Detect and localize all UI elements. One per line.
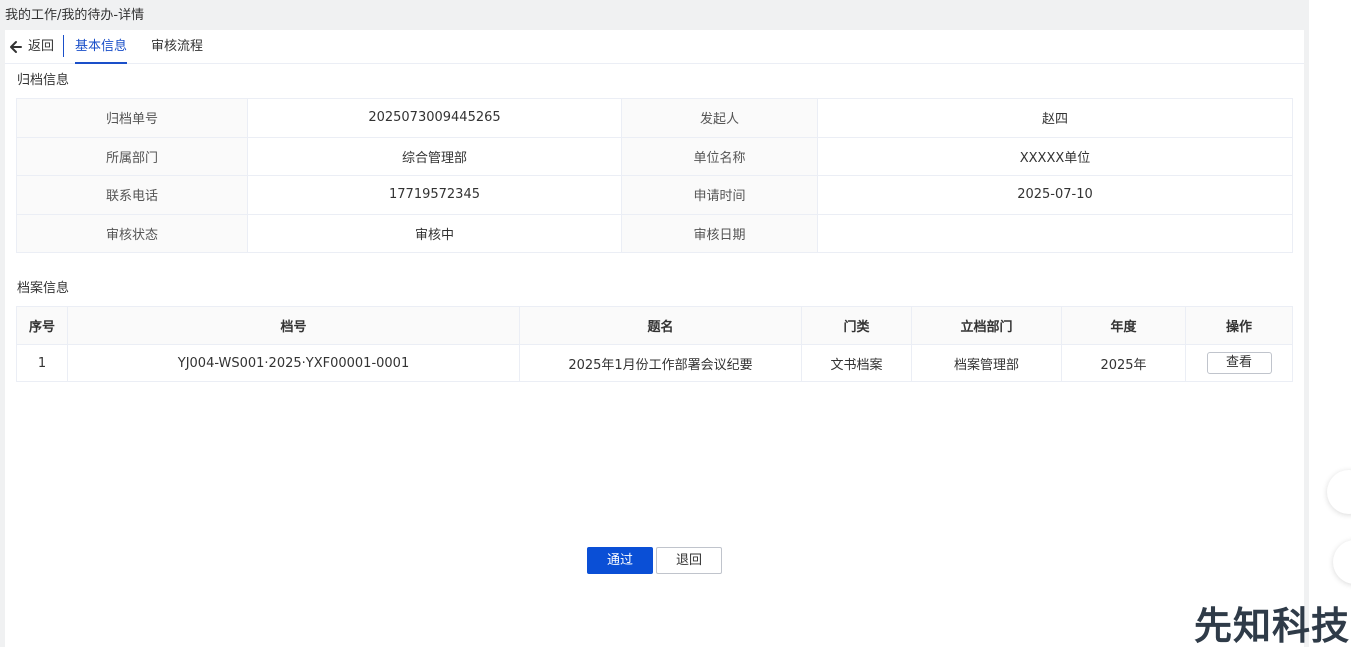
watermark-logo: 先知科技	[1194, 604, 1351, 647]
file-info-table: 序号 档号 题名 门类 立档部门 年度 操作 1 YJ004-WS001·2025·YXF00…	[16, 306, 1293, 382]
info-value: 17719572345	[247, 175, 622, 215]
float-tool-button[interactable]	[1333, 540, 1351, 584]
info-label: 审核状态	[16, 213, 248, 253]
column-header: 门类	[801, 306, 912, 345]
breadcrumb: 我的工作/我的待办-详情	[5, 8, 145, 23]
info-value: 综合管理部	[247, 136, 622, 176]
column-header: 题名	[519, 306, 802, 345]
tab-audit-flow[interactable]: 审核流程	[151, 37, 203, 57]
table-row: 1 YJ004-WS001·2025·YXF00001-0001 2025年1月份工…	[16, 344, 1293, 382]
column-header: 立档部门	[911, 306, 1062, 345]
info-label: 申请时间	[621, 175, 818, 215]
cell-action: 查看	[1185, 344, 1293, 382]
info-label: 发起人	[621, 98, 818, 138]
info-value: 2025-07-10	[817, 175, 1293, 215]
cell-category: 文书档案	[801, 344, 912, 382]
info-row: 所属部门 综合管理部 单位名称 XXXXX单位	[16, 136, 1293, 176]
cell-file-no: YJ004-WS001·2025·YXF00001-0001	[67, 344, 520, 382]
archive-info-table: 归档单号 2025073009445265 发起人 赵四 所属部门 综合管理部 单位名称 XX…	[16, 98, 1293, 253]
info-value: 审核中	[247, 213, 622, 253]
info-label: 审核日期	[621, 213, 818, 253]
column-header: 档号	[67, 306, 520, 345]
archive-info-title: 归档信息	[17, 73, 70, 88]
cell-year: 2025年	[1061, 344, 1186, 382]
back-label: 返回	[28, 39, 55, 54]
info-value	[817, 213, 1293, 253]
column-header: 年度	[1061, 306, 1186, 345]
view-button[interactable]: 查看	[1206, 352, 1272, 374]
detail-card: 返回 基本信息 审核流程 归档信息 归档单号 2025073009445265 发起…	[5, 30, 1304, 647]
file-info-title: 档案信息	[17, 281, 70, 296]
tab-bar: 返回 基本信息 审核流程	[5, 30, 1304, 64]
info-label: 联系电话	[16, 175, 248, 215]
info-row: 联系电话 17719572345 申请时间 2025-07-10	[16, 175, 1293, 215]
info-label: 所属部门	[16, 136, 248, 176]
return-button[interactable]: 退回	[656, 547, 722, 574]
float-assistant-button[interactable]	[1327, 470, 1351, 514]
tab-basic-info[interactable]: 基本信息	[75, 37, 128, 64]
cell-title: 2025年1月份工作部署会议纪要	[519, 344, 802, 382]
column-header: 序号	[16, 306, 68, 345]
info-row: 归档单号 2025073009445265 发起人 赵四	[16, 98, 1293, 138]
info-label: 单位名称	[621, 136, 818, 176]
info-value: 赵四	[817, 98, 1293, 138]
cell-dept: 档案管理部	[911, 344, 1062, 382]
tab-divider	[63, 35, 64, 57]
column-header: 操作	[1185, 306, 1293, 345]
cell-index: 1	[16, 344, 68, 382]
pass-button[interactable]: 通过	[587, 547, 653, 574]
info-value: 2025073009445265	[247, 98, 622, 138]
back-button[interactable]: 返回	[9, 37, 54, 57]
info-row: 审核状态 审核中 审核日期	[16, 213, 1293, 253]
arrow-left-icon	[9, 40, 23, 54]
info-label: 归档单号	[16, 98, 248, 138]
info-value: XXXXX单位	[817, 136, 1293, 176]
